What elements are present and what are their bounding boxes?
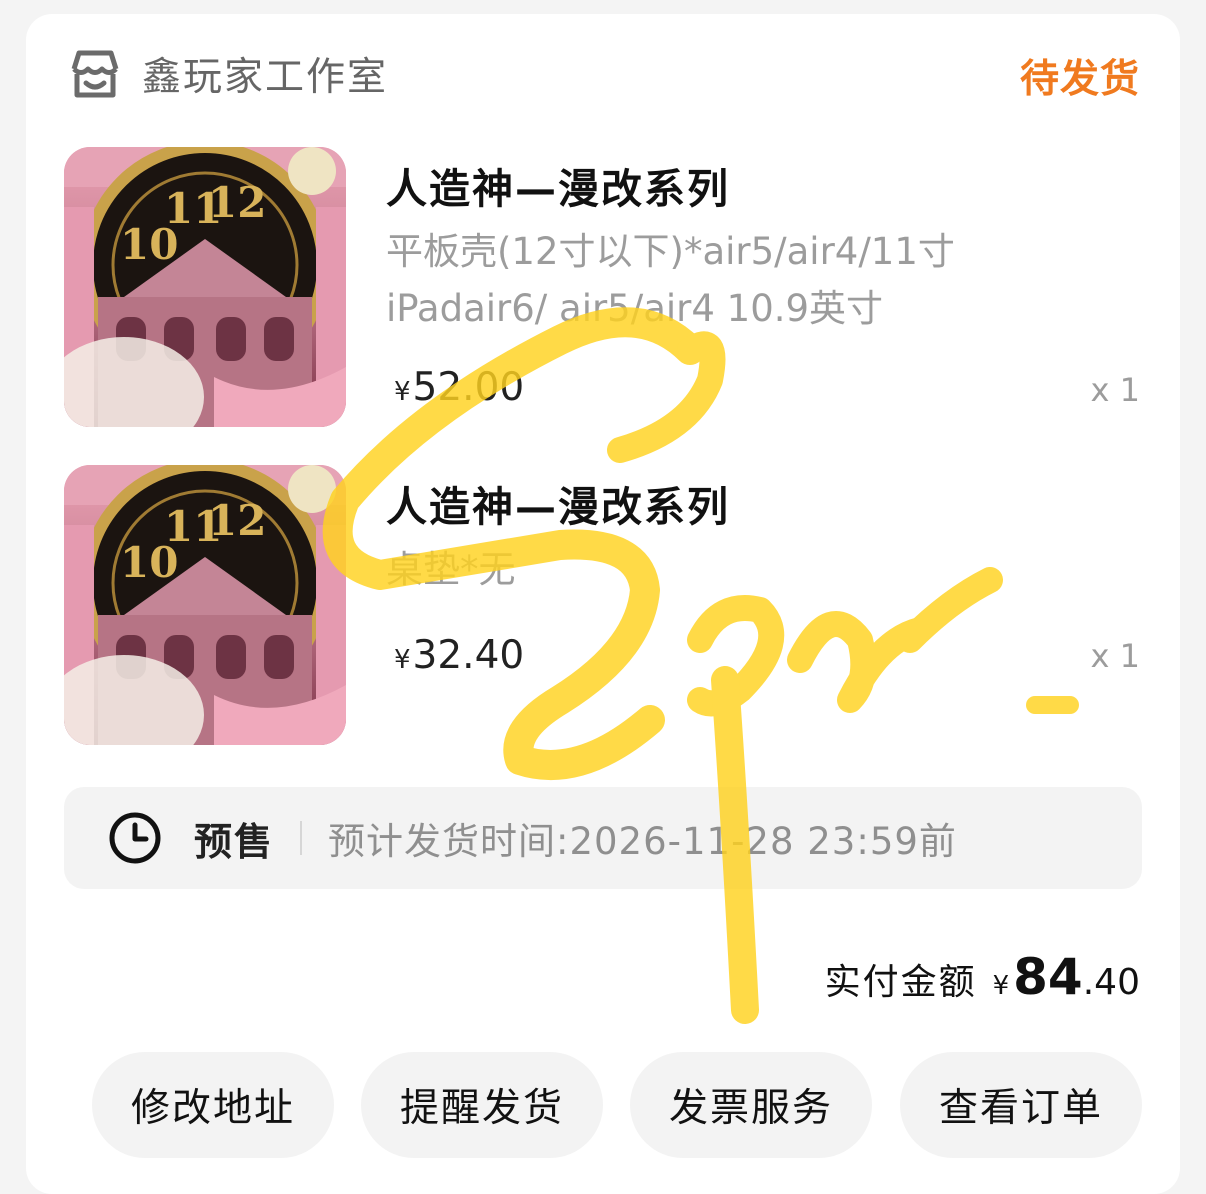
item-title[interactable]: 人造神—漫改系列	[386, 155, 730, 215]
item-title[interactable]: 人造神—漫改系列	[386, 473, 730, 533]
item-quantity: x 1	[1090, 637, 1140, 675]
price-value: 52.00	[412, 365, 525, 410]
item-quantity: x 1	[1090, 371, 1140, 409]
price-value: 32.40	[412, 633, 525, 678]
remind-shipment-button[interactable]: 提醒发货	[361, 1052, 603, 1158]
clock-icon	[108, 811, 162, 865]
item-price: ¥52.00	[394, 365, 524, 410]
order-status: 待发货	[1019, 57, 1140, 102]
view-order-button[interactable]: 查看订单	[900, 1052, 1142, 1158]
total-label: 实付金额	[824, 962, 977, 1003]
invoice-service-button[interactable]: 发票服务	[630, 1052, 872, 1158]
total-decimal: .40	[1082, 962, 1140, 1003]
divider	[300, 821, 303, 855]
item-spec-line: iPadair6/ air5/air4 10.9英寸	[386, 287, 884, 330]
shop-name[interactable]: 鑫玩家工作室	[142, 46, 388, 102]
estimated-ship-time: 预计发货时间:2026-11-28 23:59前	[328, 820, 957, 863]
item-spec-line: 桌垫*无	[386, 548, 516, 591]
order-item[interactable]: 10 11 12 人造神—漫改系列 桌垫*无 ¥32.40 x 1	[64, 465, 1140, 745]
modify-address-button[interactable]: 修改地址	[92, 1052, 334, 1158]
currency-symbol: ¥	[394, 377, 411, 407]
currency-symbol: ¥	[394, 645, 411, 675]
product-image[interactable]: 10 11 12	[64, 147, 346, 427]
order-item[interactable]: 10 11 12 人造神—漫改系列 平板壳(12寸以下)*air5/air4/1…	[64, 147, 1140, 427]
presale-label: 预售	[194, 819, 275, 864]
store-icon	[66, 45, 124, 103]
presale-notice: 预售 预计发货时间:2026-11-28 23:59前	[64, 787, 1142, 889]
item-spec-line: 平板壳(12寸以下)*air5/air4/11寸	[386, 230, 955, 273]
product-image[interactable]: 10 11 12	[64, 465, 346, 745]
total-integer: 84	[1013, 948, 1083, 1006]
item-price: ¥32.40	[394, 633, 524, 678]
item-spec: 平板壳(12寸以下)*air5/air4/11寸 iPadair6/ air5/…	[386, 223, 1026, 337]
shop-header[interactable]: 鑫玩家工作室 待发货	[66, 42, 1140, 106]
svg-text:12: 12	[208, 178, 266, 227]
item-spec: 桌垫*无	[386, 541, 1026, 598]
currency-symbol: ¥	[992, 971, 1010, 1001]
action-bar: 修改地址 提醒发货 发票服务 查看订单	[92, 1052, 1142, 1158]
svg-text:12: 12	[208, 496, 266, 545]
total-amount: 实付金额 ¥ 84 .40	[825, 948, 1140, 1006]
